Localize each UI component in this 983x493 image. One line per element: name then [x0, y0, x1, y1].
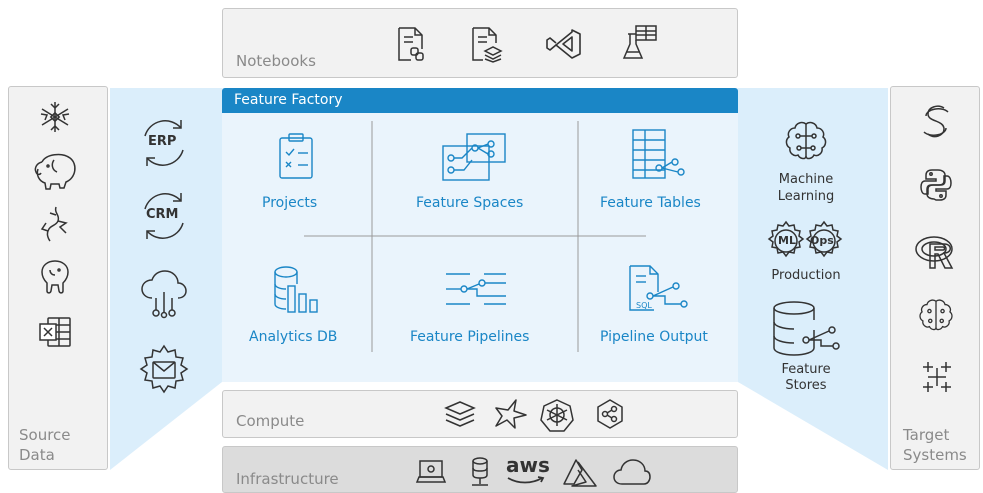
projects-label[interactable]: Projects	[262, 195, 317, 211]
kubernetes-icon[interactable]	[540, 398, 574, 432]
compute-bar: Compute	[222, 390, 738, 438]
aws-smile-icon	[507, 476, 545, 484]
azure-synapse-icon[interactable]	[38, 205, 70, 243]
feature-pipelines-icon[interactable]	[444, 272, 508, 306]
analytics-db-icon[interactable]	[272, 264, 320, 314]
server-database-icon[interactable]	[470, 456, 490, 488]
feature-tables-icon[interactable]	[631, 128, 687, 182]
cloud-icon[interactable]	[612, 458, 652, 486]
ml-label-line2: Learning	[777, 189, 835, 204]
postgresql-elephant-icon[interactable]	[38, 258, 72, 296]
svg-text:SQL: SQL	[636, 301, 652, 310]
pipeline-output-label[interactable]: Pipeline Output	[600, 329, 708, 345]
brain-icon[interactable]	[784, 120, 828, 164]
aws-text: aws	[506, 453, 550, 477]
feature-tables-label[interactable]: Feature Tables	[600, 195, 701, 211]
crm-text: CRM	[146, 207, 179, 222]
spark-star-icon[interactable]	[494, 398, 528, 430]
compute-label: Compute	[236, 412, 305, 430]
ml-label-line1: Machine	[778, 172, 834, 187]
aws-logo[interactable]: aws	[506, 453, 550, 488]
tableau-icon[interactable]	[920, 360, 954, 394]
feature-stores-icon[interactable]	[770, 300, 842, 358]
mlops-ops-text: Ops	[810, 234, 834, 247]
target-systems-line1: Target	[903, 426, 950, 444]
python-icon[interactable]	[920, 168, 952, 202]
hadoop-elephant-icon[interactable]	[32, 150, 78, 190]
infrastructure-label: Infrastructure	[236, 470, 339, 488]
feature-pipelines-label[interactable]: Feature Pipelines	[410, 329, 529, 345]
target-systems-line2: Systems	[903, 446, 967, 464]
feature-spaces-label[interactable]: Feature Spaces	[416, 195, 523, 211]
production-label: Production	[771, 268, 841, 283]
excel-icon[interactable]	[38, 316, 72, 348]
feature-spaces-icon[interactable]	[441, 132, 507, 182]
email-gear-icon[interactable]	[138, 344, 190, 396]
snowflake-s-icon[interactable]	[920, 104, 952, 140]
mlops-ml-text: ML	[778, 234, 796, 247]
network-hex-icon[interactable]	[594, 398, 626, 430]
snowflake-icon[interactable]	[38, 100, 72, 134]
brain-target-icon[interactable]	[918, 298, 954, 334]
feature-stores-line2: Stores	[785, 378, 827, 393]
analytics-db-label[interactable]: Analytics DB	[249, 329, 337, 345]
feature-stores-line1: Feature	[781, 362, 831, 377]
pipeline-output-icon[interactable]: SQL	[628, 264, 690, 314]
source-label-line2: Data	[19, 446, 55, 464]
projects-clipboard-icon[interactable]	[276, 132, 316, 180]
cloud-network-icon[interactable]	[140, 268, 188, 319]
source-label-line1: Source	[19, 426, 71, 444]
r-language-icon[interactable]	[914, 232, 958, 272]
layers-icon[interactable]	[444, 400, 476, 430]
mlops-gears-icon[interactable]	[764, 220, 850, 262]
azure-icon[interactable]	[562, 458, 598, 488]
laptop-gear-icon[interactable]	[415, 458, 447, 486]
target-systems-column: Target Systems	[890, 86, 980, 470]
erp-text: ERP	[148, 134, 177, 149]
